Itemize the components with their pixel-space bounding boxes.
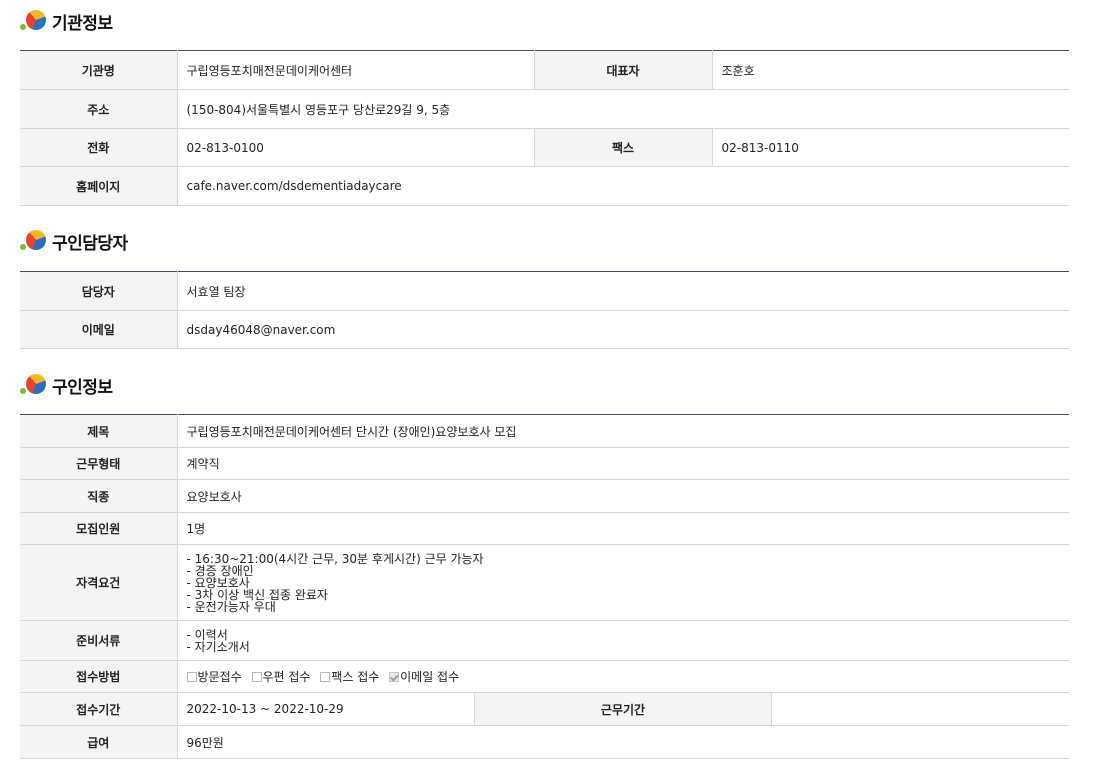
label-documents: 준비서류: [20, 620, 178, 661]
value-pay: 96만원: [177, 725, 1069, 759]
table-row: 홈페이지 cafe.naver.com/dsdementiadaycare: [20, 166, 1069, 206]
qualification-line: - 16:30~21:00(4시간 근무, 30분 후게시간) 근무 가능자: [186, 551, 484, 566]
label-org-name: 기관명: [20, 50, 178, 90]
table-row: 전화 02-813-0100 팩스 02-813-0110: [20, 128, 1069, 167]
value-subject: 구립영등포치매전문데이케어센터 단시간 (장애인)요양보호사 모집: [177, 414, 1069, 448]
method-mail[interactable]: 우편 접수: [251, 668, 310, 685]
org-info-table: 기관명 구립영등포치매전문데이케어센터 대표자 조훈호 주소 (150-804)…: [20, 50, 1069, 206]
value-method: 방문접수 우편 접수 팩스 접수 이메일 접수: [177, 660, 1069, 693]
table-row: 접수기간 2022-10-13 ~ 2022-10-29 근무기간: [20, 692, 1069, 726]
label-qualification: 자격요건: [20, 544, 178, 621]
section-title-text: 구인정보: [52, 377, 113, 398]
document-line: - 이력서: [186, 627, 228, 642]
table-row: 모집인원 1명: [20, 512, 1069, 545]
logo-icon: [20, 9, 48, 33]
label-role: 직종: [20, 479, 178, 513]
method-fax[interactable]: 팩스 접수: [320, 668, 379, 685]
label-work-type: 근무형태: [20, 447, 178, 480]
section-title-job: 구인정보: [20, 373, 113, 398]
table-row: 준비서류 - 이력서 - 자기소개서: [20, 620, 1069, 661]
label-method: 접수방법: [20, 660, 178, 693]
logo-icon: [20, 229, 48, 253]
logo-icon: [20, 373, 48, 397]
table-row: 담당자 서효열 팀장: [20, 271, 1069, 311]
checkbox-icon[interactable]: [251, 671, 262, 682]
value-homepage[interactable]: cafe.naver.com/dsdementiadaycare: [177, 166, 1069, 206]
value-role: 요양보호사: [177, 479, 1069, 513]
value-work-type: 계약직: [177, 447, 1069, 480]
section-title-contact: 구인담당자: [20, 229, 128, 254]
value-email[interactable]: dsday46048@naver.com: [177, 310, 1069, 349]
label-subject: 제목: [20, 414, 178, 448]
value-fax: 02-813-0110: [712, 128, 1069, 167]
label-tel: 전화: [20, 128, 178, 167]
value-qualification: - 16:30~21:00(4시간 근무, 30분 후게시간) 근무 가능자 -…: [177, 544, 1069, 621]
job-table: 제목 구립영등포치매전문데이케어센터 단시간 (장애인)요양보호사 모집 근무형…: [20, 414, 1069, 759]
checkbox-icon[interactable]: [320, 671, 331, 682]
label-homepage: 홈페이지: [20, 166, 178, 206]
value-period: 2022-10-13 ~ 2022-10-29: [177, 692, 475, 726]
table-row: 급여 96만원: [20, 725, 1069, 759]
value-count: 1명: [177, 512, 1069, 545]
table-row: 기관명 구립영등포치매전문데이케어센터 대표자 조훈호: [20, 50, 1069, 90]
table-row: 자격요건 - 16:30~21:00(4시간 근무, 30분 후게시간) 근무 …: [20, 544, 1069, 621]
qualification-line: - 3차 이상 백신 접종 완료자: [186, 587, 328, 602]
section-title-text: 구인담당자: [52, 233, 128, 254]
label-pay: 급여: [20, 725, 178, 759]
method-visit[interactable]: 방문접수: [186, 668, 242, 685]
table-row: 직종 요양보호사: [20, 479, 1069, 513]
value-work-period: [771, 692, 1069, 726]
label-person: 담당자: [20, 271, 178, 311]
qualification-line: - 요양보호사: [186, 575, 250, 590]
value-tel: 02-813-0100: [177, 128, 534, 167]
value-rep: 조훈호: [712, 50, 1069, 90]
value-person: 서효열 팀장: [177, 271, 1069, 311]
table-row: 주소 (150-804)서울특별시 영등포구 당산로29길 9, 5층: [20, 89, 1069, 129]
method-email[interactable]: 이메일 접수: [389, 668, 459, 685]
table-row: 근무형태 계약직: [20, 447, 1069, 480]
value-org-name: 구립영등포치매전문데이케어센터: [177, 50, 534, 90]
label-addr: 주소: [20, 89, 178, 129]
table-row: 이메일 dsday46048@naver.com: [20, 310, 1069, 349]
label-period: 접수기간: [20, 692, 178, 726]
contact-table: 담당자 서효열 팀장 이메일 dsday46048@naver.com: [20, 271, 1069, 349]
value-documents: - 이력서 - 자기소개서: [177, 620, 1069, 661]
checkbox-icon[interactable]: [186, 671, 197, 682]
label-work-period: 근무기간: [473, 692, 773, 726]
qualification-line: - 운전가능자 우대: [186, 599, 276, 614]
section-title-org: 기관정보: [20, 9, 113, 34]
table-row: 접수방법 방문접수 우편 접수 팩스 접수 이메일 접수: [20, 660, 1069, 693]
label-fax: 팩스: [533, 128, 713, 167]
label-rep: 대표자: [533, 50, 713, 90]
checkbox-checked-icon[interactable]: [389, 671, 400, 682]
label-email: 이메일: [20, 310, 178, 349]
value-addr: (150-804)서울특별시 영등포구 당산로29길 9, 5층: [177, 89, 1069, 129]
table-row: 제목 구립영등포치매전문데이케어센터 단시간 (장애인)요양보호사 모집: [20, 414, 1069, 448]
label-count: 모집인원: [20, 512, 178, 545]
section-title-text: 기관정보: [52, 13, 113, 34]
qualification-line: - 경증 장애인: [186, 563, 254, 578]
document-line: - 자기소개서: [186, 639, 250, 654]
